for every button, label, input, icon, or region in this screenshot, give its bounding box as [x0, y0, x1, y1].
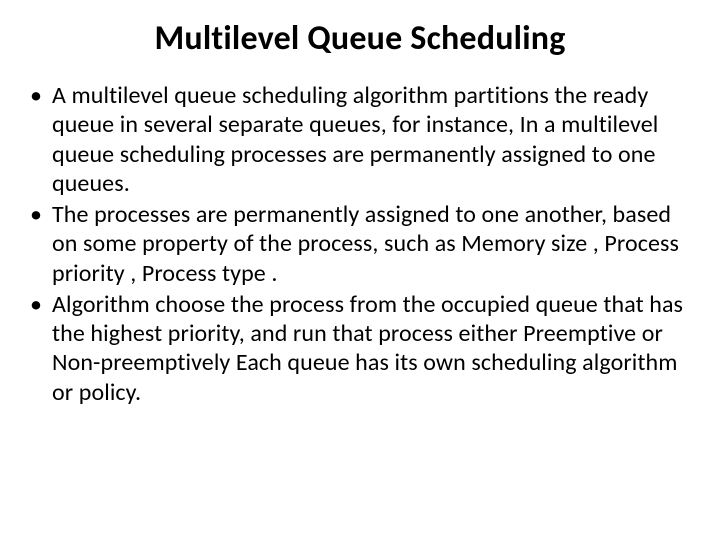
- bullet-item: Algorithm choose the process from the oc…: [26, 290, 702, 407]
- bullet-item: A multilevel queue scheduling algorithm …: [26, 81, 702, 198]
- bullet-item: The processes are permanently assigned t…: [26, 200, 702, 288]
- slide-title: Multilevel Queue Scheduling: [18, 18, 702, 59]
- bullet-list: A multilevel queue scheduling algorithm …: [18, 81, 702, 407]
